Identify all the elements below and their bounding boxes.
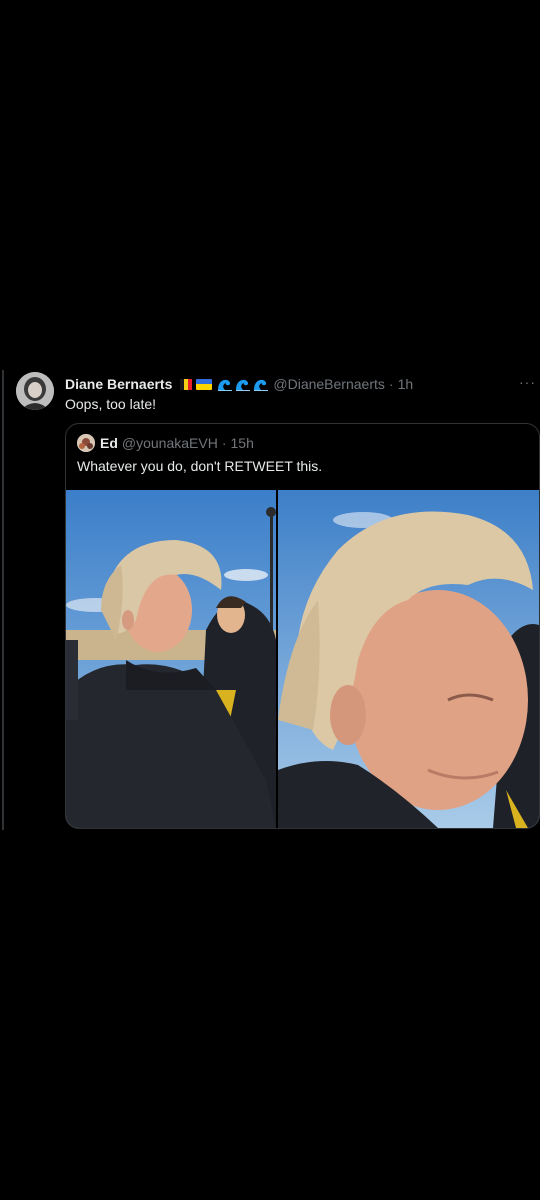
quote-header: Ed @younakaEVH · 15h (77, 434, 254, 452)
more-options-icon[interactable]: ··· (519, 374, 536, 390)
quote-avatar[interactable] (77, 434, 95, 452)
photo-left-image (66, 490, 276, 828)
avatar[interactable] (16, 372, 54, 410)
tweet-time[interactable]: 1h (398, 376, 414, 392)
quote-avatar-image (77, 434, 95, 452)
quote-text: Whatever you do, don't RETWEET this. (77, 458, 323, 474)
wave-icon (254, 379, 269, 391)
photo-right-image (278, 490, 539, 828)
quote-separator-dot: · (221, 435, 227, 451)
wave-icon (236, 379, 251, 391)
wave-icon (218, 379, 233, 391)
tweet-header: Diane Bernaerts @DianeBernaerts · 1h (65, 374, 413, 394)
ukraine-flag-icon (196, 378, 213, 390)
author-name[interactable]: Diane Bernaerts (65, 376, 172, 392)
photo-right[interactable] (278, 490, 539, 828)
author-handle[interactable]: @DianeBernaerts (273, 376, 385, 392)
name-badges (180, 378, 269, 391)
quoted-tweet[interactable]: Ed @younakaEVH · 15h Whatever you do, do… (65, 423, 540, 829)
quote-author-name[interactable]: Ed (100, 435, 118, 451)
tweet-text: Oops, too late! (65, 396, 157, 412)
reply-tweet[interactable]: Diane Bernaerts @DianeBernaerts · 1h ···… (0, 366, 540, 832)
avatar-image (16, 372, 54, 410)
quote-author-handle[interactable]: @younakaEVH (122, 435, 218, 451)
quote-media (66, 490, 539, 828)
photo-left[interactable] (66, 490, 276, 828)
thread-line (2, 370, 4, 830)
quote-time[interactable]: 15h (231, 435, 254, 451)
separator-dot: · (388, 376, 394, 392)
belgium-flag-icon (180, 378, 193, 390)
